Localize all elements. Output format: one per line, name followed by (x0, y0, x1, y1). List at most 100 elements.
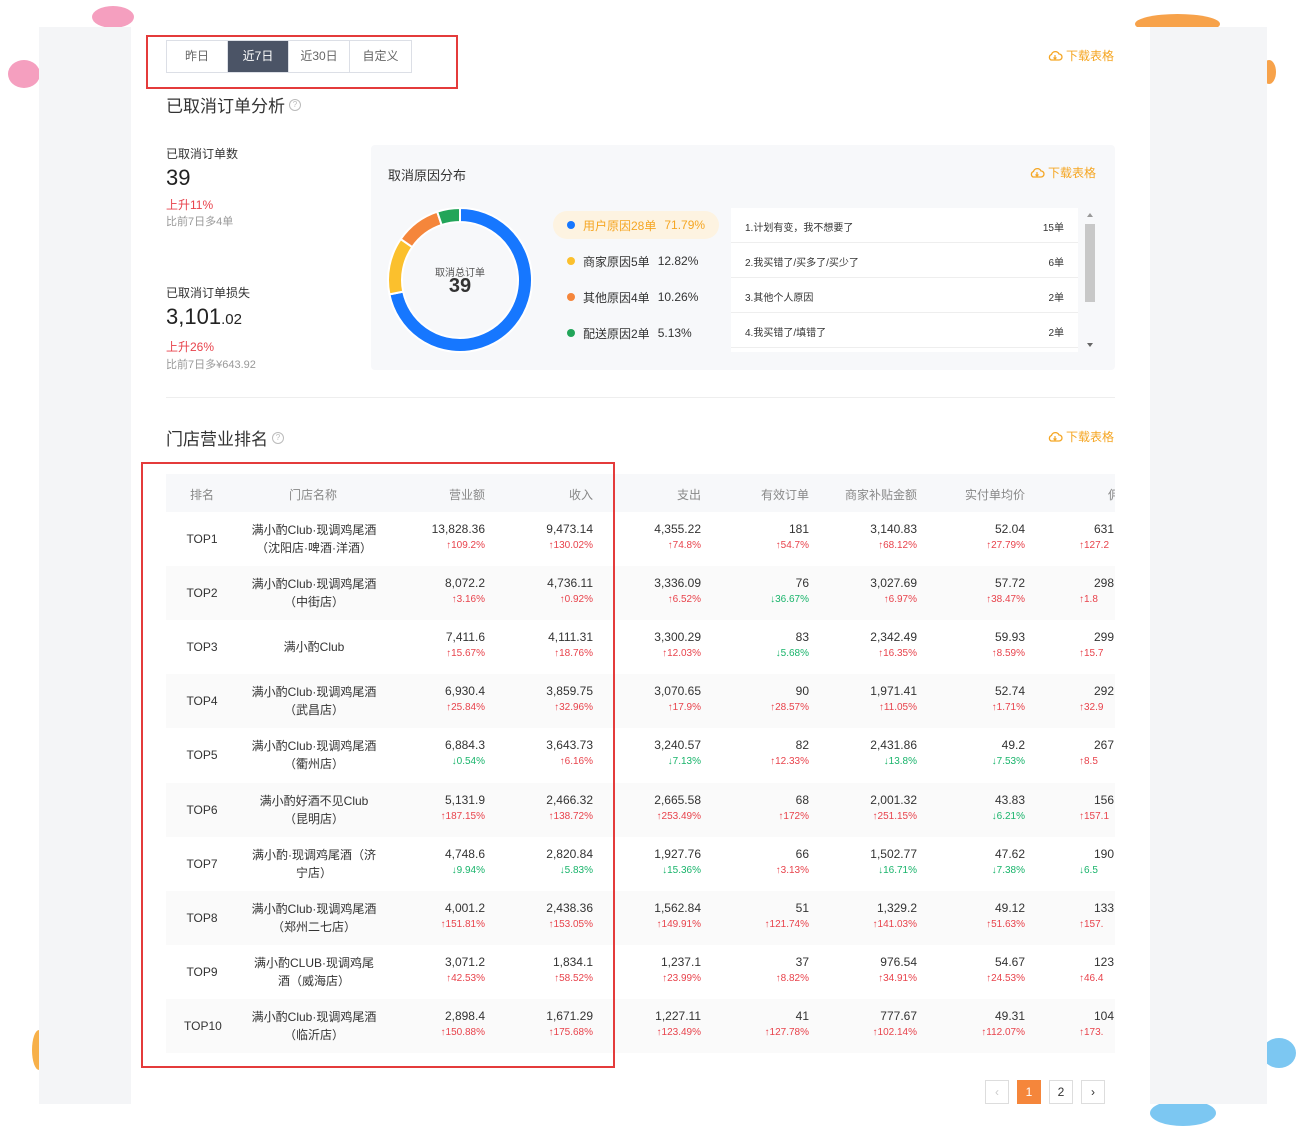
revenue-value: 2,898.4 (444, 1008, 485, 1023)
rank-cell: TOP8 (186, 910, 218, 925)
income-value: 2,438.36 (546, 900, 593, 915)
donut-segment-delivery[interactable] (435, 206, 461, 227)
download-table-link-ranking[interactable]: 下载表格 (1047, 428, 1114, 445)
scroll-up-arrow-icon[interactable] (1087, 213, 1093, 217)
revenue-change: ↑3.16% (451, 594, 485, 606)
scroll-thumb[interactable] (1085, 224, 1095, 302)
legend-merchant-reason[interactable]: 商家原因5单 12.82% (553, 247, 712, 275)
legend-dot-icon (567, 293, 575, 301)
merchant-subsidy-value: 3,027.69 (870, 576, 917, 591)
merchant-subsidy-change: ↑102.14% (872, 1026, 917, 1038)
tab-last-30-days[interactable]: 近30日 (289, 41, 350, 72)
download-table-link-top[interactable]: 下载表格 (1047, 47, 1114, 64)
decor-blob-pink-top (92, 6, 134, 28)
header-expense: 支出 (676, 488, 701, 502)
legend-user-reason[interactable]: 用户原因28单 71.79% (553, 211, 720, 239)
merchant-subsidy-change: ↑16.35% (878, 648, 917, 660)
header-store-name: 门店名称 (289, 488, 338, 502)
avg-paid-price-value: 49.2 (1001, 738, 1025, 753)
avg-paid-price-change: ↓7.38% (991, 864, 1025, 876)
list-item: 2.我买错了/买多了/买少了 6单 (731, 243, 1078, 278)
next-page-button[interactable]: › (1081, 1080, 1105, 1104)
help-icon[interactable]: ? (272, 431, 284, 444)
legend-label: 其他原因4单 (583, 290, 650, 305)
commission-value: 133 (1094, 900, 1115, 915)
legend-delivery-reason[interactable]: 配送原因2单 5.13% (553, 319, 706, 347)
table-row: TOP1 满小酌Club·现调鸡尾酒 （沈阳店·啤酒·洋酒） 13,828.36 ↑10… (166, 512, 1115, 566)
tab-last-7-days[interactable]: 近7日 (228, 41, 289, 72)
store-name-cell: 满小酌·现调鸡尾酒（济 宁店） (234, 846, 394, 882)
prev-page-button[interactable]: ‹ (985, 1080, 1009, 1104)
store-name-line1: 满小酌CLUB·现调鸡尾 (253, 955, 374, 970)
income-value: 4,736.11 (547, 576, 593, 591)
revenue-value: 8,072.2 (444, 576, 485, 591)
valid-orders-value: 181 (788, 522, 809, 536)
legend-other-reason[interactable]: 其他原因4单 10.26% (553, 283, 712, 311)
reason-text: 1.计划有变，我不想要了 (745, 223, 854, 234)
valid-orders-value: 51 (795, 900, 809, 915)
page-button-1[interactable]: 1 (1017, 1080, 1041, 1104)
store-name-line1: 满小酌Club·现调鸡尾酒 (251, 523, 377, 537)
header-valid-orders: 有效订单 (760, 488, 809, 502)
avg-paid-price-change: ↑8.59% (991, 648, 1025, 660)
avg-paid-price-change: ↓6.21% (991, 810, 1025, 822)
merchant-subsidy-value: 1,971.41 (870, 684, 917, 699)
commission-change: ↑15.7 (1079, 648, 1104, 660)
legend-dot-icon (567, 257, 575, 265)
donut-segment-other[interactable] (399, 210, 443, 249)
tab-custom[interactable]: 自定义 (350, 41, 411, 72)
donut-segment-merchant[interactable] (387, 237, 414, 296)
table-row: TOP8 满小酌Club·现调鸡尾酒 （郑州二七店） 4,001.2 ↑151.81% 2… (166, 890, 1115, 945)
reason-count: 2单 (1048, 293, 1064, 304)
store-name-cell: 满小酌Club (234, 638, 394, 656)
merchant-subsidy-value: 2,431.86 (870, 738, 917, 753)
legend-pct: 71.79% (664, 218, 706, 232)
merchant-subsidy-value: 976.54 (880, 954, 917, 969)
expense-value: 3,300.29 (654, 630, 701, 645)
avg-paid-price-value: 49.12 (994, 900, 1025, 915)
rank-cell: TOP9 (186, 964, 218, 979)
revenue-change: ↑151.81% (440, 918, 485, 930)
header-rank: 排名 (190, 488, 215, 502)
store-name-line1: 满小酌Club (283, 640, 345, 655)
income-change: ↑6.16% (559, 756, 593, 768)
income-change: ↑18.76% (554, 648, 593, 660)
valid-orders-change: ↑28.57% (770, 702, 809, 714)
revenue-change: ↑150.88% (440, 1026, 485, 1038)
cancel-reason-list: 1.计划有变，我不想要了 15单 2.我买错了/买多了/买少了 6单 3.其他个… (731, 208, 1078, 352)
cancel-reason-title: 取消原因分布 (388, 168, 467, 183)
income-change: ↑32.96% (554, 702, 593, 714)
legend-dot-icon (567, 329, 575, 337)
revenue-value: 4,748.6 (444, 846, 485, 861)
store-name-line1: 满小酌·现调鸡尾酒（济 (252, 847, 376, 862)
download-table-link-reasons[interactable]: 下载表格 (1029, 164, 1096, 181)
table-row: TOP9 满小酌CLUB·现调鸡尾 酒（威海店） 3,071.2 ↑42.53% 1,83… (166, 945, 1115, 999)
commission-change: ↑46.4 (1079, 972, 1104, 984)
tab-yesterday[interactable]: 昨日 (167, 41, 228, 72)
expense-change: ↑17.9% (667, 702, 701, 714)
avg-paid-price-value: 54.67 (994, 954, 1025, 969)
legend-label: 配送原因2单 (583, 326, 650, 341)
rank-cell: TOP6 (186, 802, 218, 817)
income-value: 1,671.29 (546, 1008, 593, 1023)
store-name-line2: 宁店） (295, 865, 332, 880)
page-button-2[interactable]: 2 (1049, 1080, 1073, 1104)
income-change: ↑0.92% (559, 594, 593, 606)
table-row: TOP3 满小酌Club 7,411.6 ↑15.67% 4,111.31 ↑18.76%… (166, 620, 1115, 674)
revenue-change: ↑42.53% (446, 972, 485, 984)
header-avg-paid-price: 实付单均价 (964, 488, 1025, 502)
commission-change: ↑32.9 (1079, 702, 1104, 714)
avg-paid-price-change: ↑27.79% (986, 540, 1025, 551)
table-row: TOP7 满小酌·现调鸡尾酒（济 宁店） 4,748.6 ↓9.94% 2,820.84 ↓… (166, 837, 1115, 891)
avg-paid-price-value: 49.31 (994, 1008, 1025, 1023)
reason-count: 15单 (1042, 223, 1064, 234)
store-ranking-table: 排名 门店名称 营业额 收入 支出 有效订单 商家补贴金额 实付单均价 佣 TO… (166, 474, 1115, 1053)
valid-orders-value: 82 (795, 738, 809, 753)
cancelled-loss-compare: 比前7日多¥643.92 (166, 359, 256, 371)
reason-list-scrollbar[interactable] (1084, 210, 1096, 352)
table-row: TOP6 满小酌好酒不见Club （昆明店） 5,131.9 ↑187.15% 2,466… (166, 782, 1115, 837)
scroll-down-arrow-icon[interactable] (1087, 343, 1093, 347)
cancelled-loss-integer: 3,101 (166, 304, 222, 329)
help-icon[interactable]: ? (289, 98, 301, 111)
commission-change: ↑173. (1079, 1026, 1104, 1038)
